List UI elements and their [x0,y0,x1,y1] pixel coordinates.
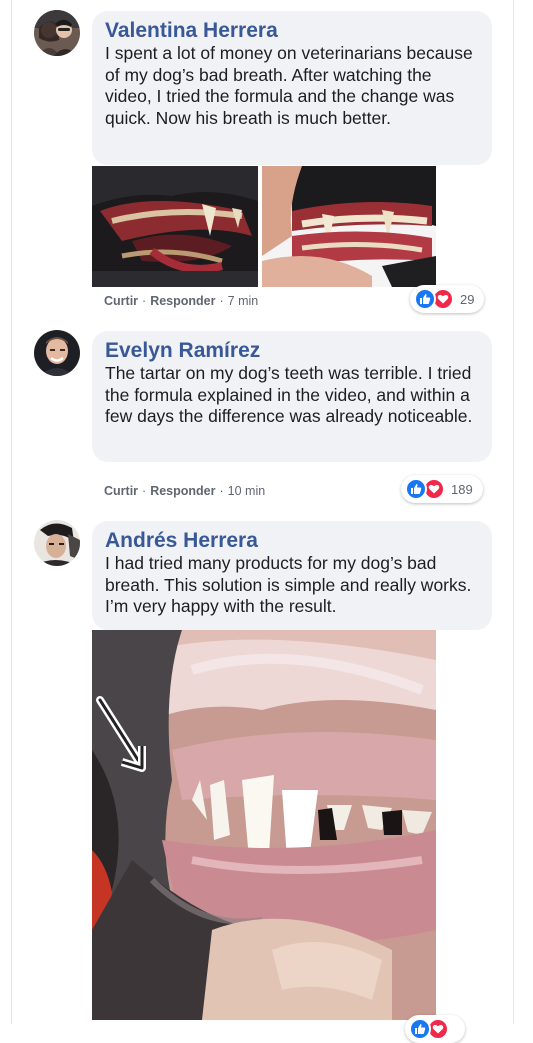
separator: · [142,484,147,498]
separator: · [142,294,147,308]
avatar[interactable] [34,330,80,376]
reaction-summary[interactable]: 189 [401,475,483,503]
comment-author[interactable]: Valentina Herrera [105,18,479,43]
reaction-count: 29 [460,291,475,307]
comment-photo[interactable] [92,630,436,1020]
separator: · [219,294,224,308]
like-icon [409,1018,431,1040]
comment-bubble: Andrés Herrera I had tried many products… [92,521,492,630]
avatar[interactable] [34,520,80,566]
comment-time[interactable]: 7 min [228,294,259,308]
comment-actions: Curtir · Responder · 10 min [104,484,265,498]
comment-photo-left[interactable] [92,166,258,287]
like-link[interactable]: Curtir [104,294,138,308]
comment-time[interactable]: 10 min [228,484,266,498]
reaction-count: 189 [451,481,473,497]
comment-author[interactable]: Andrés Herrera [105,528,479,553]
like-icon [405,478,427,500]
comment-3: Andrés Herrera I had tried many products… [0,510,533,1043]
like-icon [414,288,436,310]
comment-text: I had tried many products for my dog’s b… [105,553,472,616]
comment-1: Valentina Herrera I spent a lot of money… [0,0,533,320]
comment-photo-right[interactable] [262,166,436,287]
comment-actions: Curtir · Responder · 7 min [104,294,258,308]
separator: · [219,484,224,498]
avatar[interactable] [34,10,80,56]
comment-author[interactable]: Evelyn Ramírez [105,338,479,363]
comment-2: Evelyn Ramírez The tartar on my dog’s te… [0,320,533,510]
reaction-summary[interactable] [405,1015,465,1043]
comment-bubble: Evelyn Ramírez The tartar on my dog’s te… [92,331,492,462]
comment-text: The tartar on my dog’s teeth was terribl… [105,363,473,426]
comment-text: I spent a lot of money on veterinarians … [105,43,473,128]
reply-link[interactable]: Responder [150,484,215,498]
comment-bubble: Valentina Herrera I spent a lot of money… [92,11,492,165]
reaction-summary[interactable]: 29 [410,285,485,313]
like-link[interactable]: Curtir [104,484,138,498]
reply-link[interactable]: Responder [150,294,215,308]
